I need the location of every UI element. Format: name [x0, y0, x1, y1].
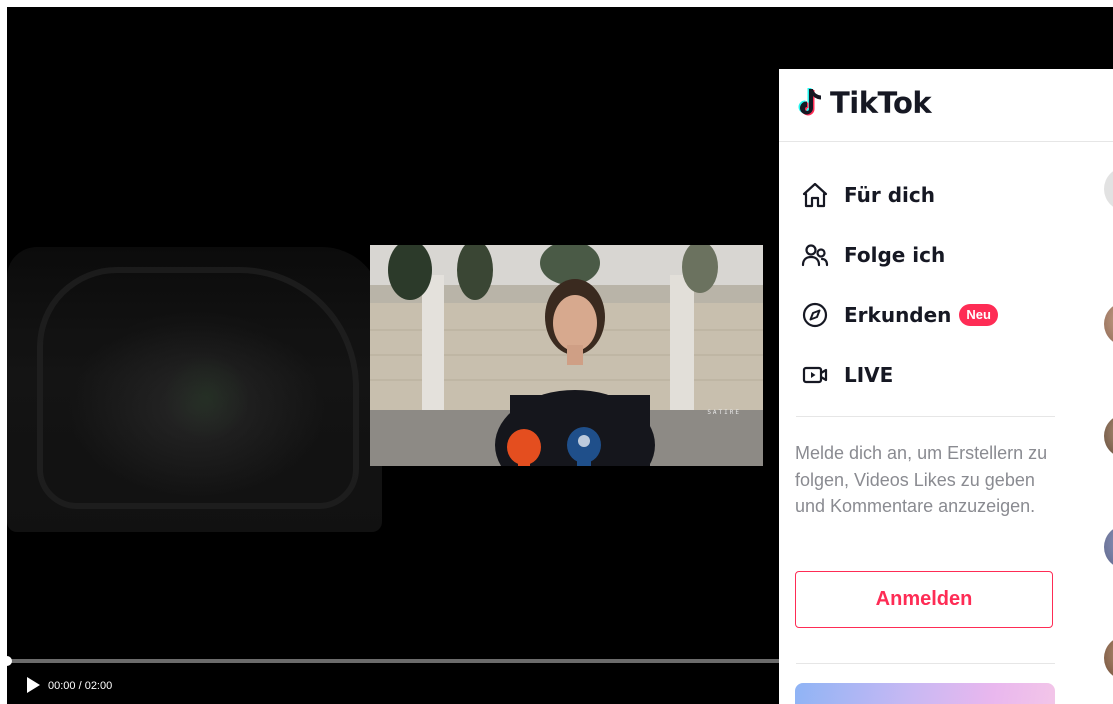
- brand-name: TikTok: [830, 86, 932, 120]
- nav-item-explore[interactable]: Erkunden Neu: [799, 297, 998, 333]
- nav-label-following: Folge ich: [844, 243, 946, 267]
- users-icon: [799, 239, 831, 271]
- video-ghost-frame: [7, 247, 382, 532]
- avatar[interactable]: [1104, 414, 1113, 458]
- brand-logo[interactable]: TikTok: [796, 86, 932, 120]
- avatar[interactable]: [1104, 167, 1113, 211]
- nav-divider: [796, 416, 1055, 417]
- video-frame-image: [370, 245, 763, 466]
- nav-label-for-you: Für dich: [844, 183, 935, 207]
- promo-banner[interactable]: [795, 683, 1055, 704]
- video-clip-frame[interactable]: SATIRE: [370, 245, 763, 466]
- login-prompt-text: Melde dich an, um Erstellern zu folgen, …: [795, 443, 1048, 516]
- progress-bar[interactable]: [7, 656, 787, 666]
- panel-header: TikTok: [779, 69, 1113, 142]
- live-camera-icon: [799, 359, 831, 391]
- tiktok-note-icon: [798, 88, 821, 116]
- avatar[interactable]: [1104, 302, 1113, 346]
- progress-knob[interactable]: [7, 656, 12, 666]
- nav-label-explore: Erkunden: [844, 303, 952, 327]
- avatar[interactable]: [1104, 525, 1113, 569]
- compass-icon: [799, 299, 831, 331]
- new-badge: Neu: [959, 304, 998, 326]
- nav-item-following[interactable]: Folge ich: [799, 237, 945, 273]
- page-root: SATIRE 00:00 / 02:00 TikTok Für dich Fol…: [0, 0, 1113, 704]
- play-button[interactable]: [25, 676, 41, 694]
- login-divider: [796, 663, 1055, 664]
- nav-item-for-you[interactable]: Für dich: [799, 177, 935, 213]
- login-button[interactable]: Anmelden: [795, 571, 1053, 628]
- sidebar-panel: TikTok Für dich Folge ich Erkunden Neu L…: [779, 69, 1113, 704]
- nav-label-live: LIVE: [844, 363, 894, 387]
- play-icon: [27, 677, 40, 693]
- satire-watermark: SATIRE: [707, 409, 741, 416]
- home-icon: [799, 179, 831, 211]
- avatar[interactable]: [1104, 636, 1113, 680]
- nav-item-live[interactable]: LIVE: [799, 357, 893, 393]
- time-readout: 00:00 / 02:00: [48, 680, 113, 692]
